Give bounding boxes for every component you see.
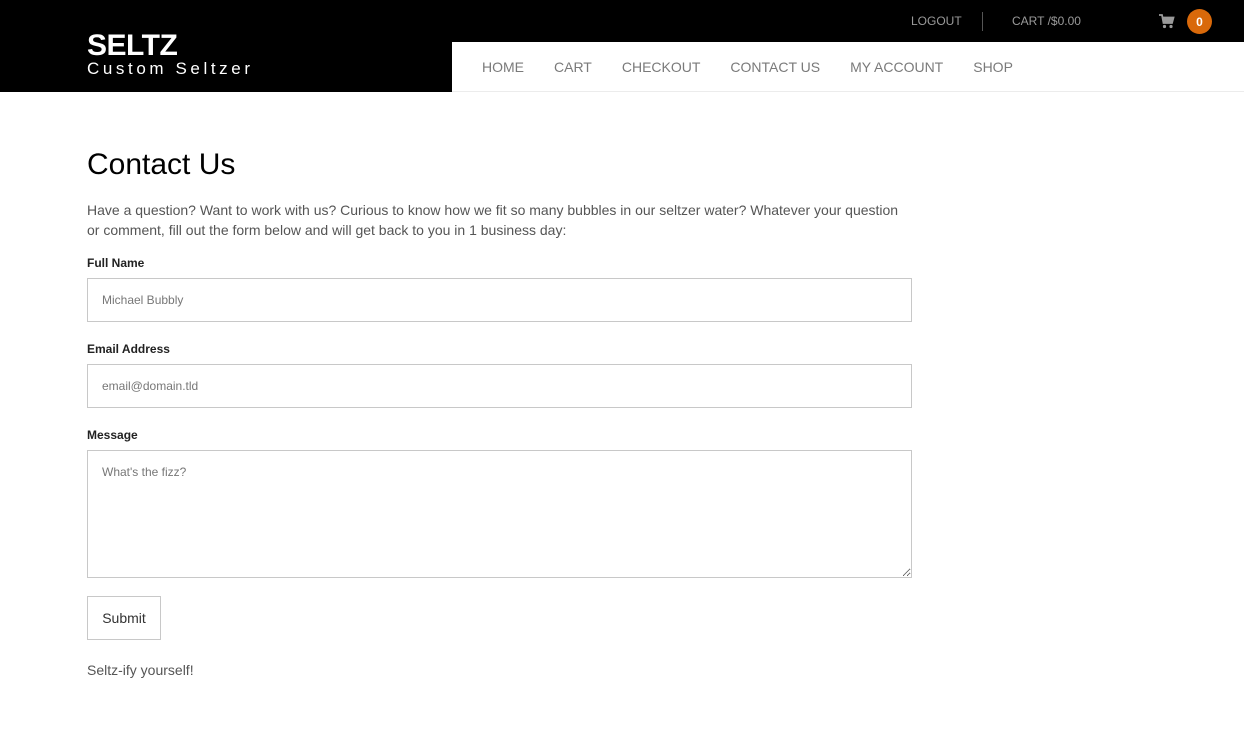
nav-contact-us[interactable]: CONTACT US [730, 59, 820, 75]
logo-name: SELTZ [87, 29, 178, 62]
contact-form: Full Name Email Address Message Submit [87, 256, 912, 640]
site-logo[interactable]: SELTZ Custom Seltzer [87, 30, 254, 78]
nav-checkout[interactable]: CHECKOUT [622, 59, 701, 75]
main-content: Contact Us Have a question? Want to work… [87, 92, 912, 678]
nav-my-account[interactable]: MY ACCOUNT [850, 59, 943, 75]
intro-text: Have a question? Want to work with us? C… [87, 202, 899, 238]
nav-shop[interactable]: SHOP [973, 59, 1013, 75]
footer-note: Seltz-ify yourself! [87, 662, 194, 678]
logo-tagline: Custom Seltzer [87, 59, 254, 78]
logout-link[interactable]: LOGOUT [911, 0, 962, 42]
full-name-label: Full Name [87, 256, 145, 270]
cart-total-link[interactable]: CART /$0.00 [1012, 0, 1081, 42]
main-nav: HOME CART CHECKOUT CONTACT US MY ACCOUNT… [452, 42, 1244, 92]
cart-count-badge[interactable]: 0 [1187, 9, 1212, 34]
submit-button[interactable]: Submit [87, 596, 161, 640]
message-label: Message [87, 428, 138, 442]
email-input[interactable] [87, 364, 912, 408]
top-divider [982, 12, 983, 31]
nav-cart[interactable]: CART [554, 59, 592, 75]
shopping-cart-icon[interactable] [1159, 14, 1175, 29]
nav-home[interactable]: HOME [482, 59, 524, 75]
message-textarea[interactable] [87, 450, 912, 578]
page-title: Contact Us [87, 148, 236, 181]
full-name-input[interactable] [87, 278, 912, 322]
email-label: Email Address [87, 342, 170, 356]
